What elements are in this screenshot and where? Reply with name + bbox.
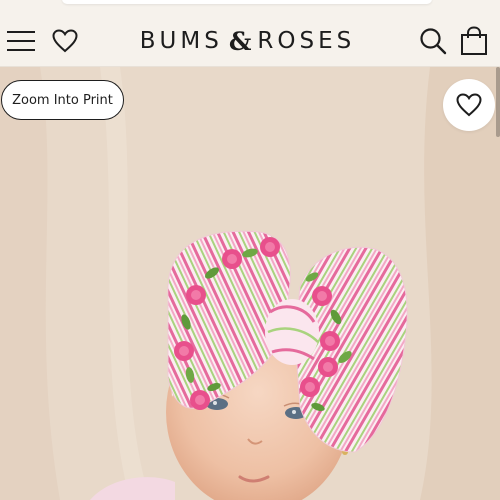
wishlist-nav-button[interactable] (48, 16, 82, 66)
zoom-into-print-button[interactable]: Zoom Into Print (1, 80, 124, 120)
brand-word-left: BUMS (139, 28, 223, 54)
heart-icon (52, 29, 78, 53)
search-icon (420, 28, 447, 55)
bag-icon (461, 26, 487, 55)
brand-logo[interactable]: BUMS & ROSES (110, 16, 385, 66)
cart-button[interactable] (456, 16, 492, 66)
product-photo (0, 67, 500, 500)
scrollbar[interactable] (496, 67, 500, 137)
add-to-wishlist-button[interactable] (443, 79, 495, 131)
heart-icon (456, 93, 482, 117)
brand-word-right: ROSES (257, 28, 356, 54)
site-header: BUMS & ROSES (0, 16, 500, 67)
menu-icon (7, 31, 35, 51)
menu-button[interactable] (4, 16, 38, 66)
product-image[interactable] (0, 67, 500, 500)
search-button[interactable] (414, 16, 452, 66)
zoom-into-print-label: Zoom Into Print (12, 92, 113, 108)
brand-ampersand: & (228, 26, 252, 56)
url-bar-edge (62, 0, 432, 4)
top-strip (0, 0, 500, 16)
